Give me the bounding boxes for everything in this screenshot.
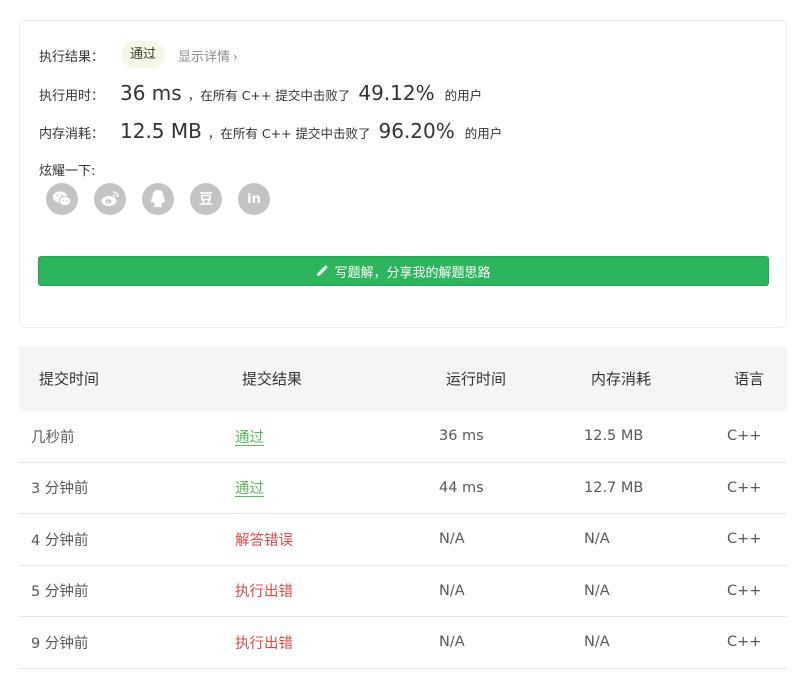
submit-result-link[interactable]: 通过 (235, 426, 264, 447)
chevron-right-icon: › (233, 50, 238, 64)
submit-time: 3 分钟前 (31, 481, 89, 498)
header-submit-time[interactable]: 提交时间 (39, 368, 99, 389)
runtime-percent: 49.12% (358, 81, 435, 105)
language-cell: C++ (727, 531, 762, 548)
wechat-icon[interactable] (46, 183, 78, 215)
submissions-table: 提交时间 提交结果 运行时间 内存消耗 语言 几秒前 通过 36 ms 12.5… (19, 346, 787, 669)
header-submit-result[interactable]: 提交结果 (242, 368, 302, 389)
memory-percent: 96.20% (378, 119, 455, 143)
show-details-link[interactable]: 显示详情 › (178, 46, 238, 65)
table-row: 5 分钟前 执行出错 N/A N/A C++ (19, 566, 787, 617)
submit-result-link[interactable]: 通过 (235, 477, 264, 498)
language-cell: C++ (727, 634, 762, 651)
submit-result-link[interactable]: 执行出错 (235, 580, 293, 601)
douban-glyph: 豆 (199, 192, 213, 208)
runtime-cell: 36 ms (439, 428, 484, 445)
runtime-value: 36 ms (120, 81, 182, 105)
submit-result-link[interactable]: 执行出错 (235, 632, 293, 653)
language-cell: C++ (727, 479, 762, 496)
share-icons: 豆 in (46, 183, 270, 215)
result-card: 执行结果： 通过 显示详情 › 执行用时： 36 ms ，在所有 C++ 提交中击… (19, 20, 787, 328)
weibo-icon[interactable] (94, 183, 126, 215)
table-row: 几秒前 通过 36 ms 12.5 MB C++ (19, 411, 787, 463)
memory-mid-text: ，在所有 C++ 提交中击败了 (207, 126, 371, 141)
submit-time: 几秒前 (31, 429, 75, 446)
write-solution-label: 写题解，分享我的解题思路 (334, 265, 491, 281)
language-cell: C++ (727, 582, 762, 599)
submit-time: 4 分钟前 (31, 532, 89, 549)
runtime-cell: N/A (439, 582, 465, 599)
write-solution-button[interactable]: 写题解，分享我的解题思路 (38, 256, 769, 286)
submit-time: 5 分钟前 (31, 584, 89, 601)
submit-result-link[interactable]: 解答错误 (235, 529, 293, 550)
runtime-cell: N/A (439, 634, 465, 651)
language-cell: C++ (727, 428, 762, 445)
runtime-stat: 执行用时： 36 ms ，在所有 C++ 提交中击败了 49.12% 的用户 (39, 81, 482, 105)
table-row: 4 分钟前 解答错误 N/A N/A C++ (19, 514, 787, 566)
status-badge: 通过 (121, 41, 166, 68)
header-memory[interactable]: 内存消耗 (591, 368, 651, 389)
result-label: 执行结果： (39, 50, 105, 65)
runtime-mid-text: ，在所有 C++ 提交中击败了 (187, 88, 351, 103)
linkedin-glyph: in (247, 191, 261, 207)
table-row: 3 分钟前 通过 44 ms 12.7 MB C++ (19, 463, 787, 514)
memory-suffix: 的用户 (464, 126, 503, 141)
qq-icon[interactable] (142, 183, 174, 215)
memory-value: 12.5 MB (120, 119, 202, 143)
memory-label: 内存消耗： (39, 127, 105, 142)
header-runtime[interactable]: 运行时间 (446, 368, 506, 389)
memory-stat: 内存消耗： 12.5 MB ，在所有 C++ 提交中击败了 96.20% 的用户 (39, 119, 502, 143)
pencil-icon (317, 265, 329, 276)
table-row: 9 分钟前 执行出错 N/A N/A C++ (19, 617, 787, 669)
runtime-cell: N/A (439, 531, 465, 548)
share-label: 炫耀一下: (39, 164, 96, 179)
table-header: 提交时间 提交结果 运行时间 内存消耗 语言 (19, 346, 787, 411)
submit-time: 9 分钟前 (31, 635, 89, 652)
linkedin-icon[interactable]: in (238, 183, 270, 215)
runtime-suffix: 的用户 (444, 88, 483, 103)
memory-cell: N/A (584, 634, 610, 651)
show-details-label: 显示详情 (178, 50, 231, 65)
memory-cell: N/A (584, 582, 610, 599)
memory-cell: N/A (584, 531, 610, 548)
runtime-label: 执行用时： (39, 89, 105, 104)
runtime-cell: 44 ms (439, 479, 484, 496)
memory-cell: 12.5 MB (584, 428, 644, 445)
douban-icon[interactable]: 豆 (190, 183, 222, 215)
header-language[interactable]: 语言 (734, 368, 764, 389)
memory-cell: 12.7 MB (584, 479, 644, 496)
